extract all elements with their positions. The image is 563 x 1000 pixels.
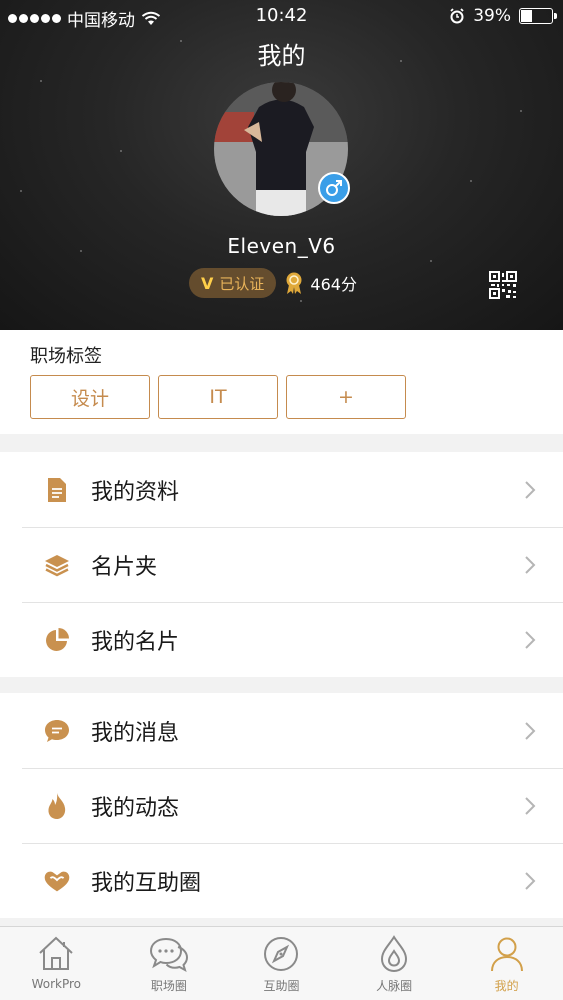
battery-percent: 39% bbox=[473, 6, 511, 26]
menu-label: 我的资料 bbox=[91, 479, 180, 505]
document-icon bbox=[42, 475, 72, 505]
tab-label: 互助圈 bbox=[263, 979, 300, 993]
avatar[interactable] bbox=[214, 82, 350, 216]
tab-me[interactable]: 我的 bbox=[450, 927, 563, 1000]
status-bar: 中国移动 10:42 39% bbox=[0, 0, 563, 34]
menu-label: 我的互助圈 bbox=[91, 870, 202, 896]
menu-label: 我的动态 bbox=[91, 795, 180, 821]
tab-label: 人脉圈 bbox=[376, 979, 413, 993]
medal-icon bbox=[286, 272, 302, 294]
tab-career-circle[interactable]: 职场圈 bbox=[113, 927, 226, 1000]
menu-card-holder[interactable]: 名片夹 bbox=[0, 527, 563, 602]
chevron-right-icon bbox=[525, 556, 536, 574]
add-tag-button[interactable]: + bbox=[286, 375, 406, 419]
chevron-right-icon bbox=[525, 722, 536, 740]
username: Eleven_V6 bbox=[227, 234, 336, 258]
compass-icon bbox=[264, 937, 299, 971]
layers-icon bbox=[42, 550, 72, 580]
tab-help-circle[interactable]: 互助圈 bbox=[225, 927, 338, 1000]
chevron-right-icon bbox=[525, 797, 536, 815]
qr-code-icon[interactable] bbox=[489, 271, 517, 299]
tab-label: WorkPro bbox=[31, 977, 82, 991]
chevron-right-icon bbox=[525, 631, 536, 649]
drop-icon bbox=[381, 935, 408, 973]
menu-my-profile[interactable]: 我的资料 bbox=[0, 452, 563, 527]
chevron-right-icon bbox=[525, 481, 536, 499]
menu-label: 我的消息 bbox=[91, 720, 180, 746]
tab-bar: WorkPro 职场圈 互助圈 人脉圈 我的 bbox=[0, 926, 563, 1000]
chat-bubble-icon bbox=[42, 716, 72, 746]
menu-my-help-circle[interactable]: 我的互助圈 bbox=[0, 843, 563, 918]
pie-icon bbox=[42, 625, 72, 655]
menu-my-card[interactable]: 我的名片 bbox=[0, 602, 563, 677]
profile-header: 中国移动 10:42 39% 我的 Eleven_V6 V 已认证 464分 bbox=[0, 0, 563, 330]
verified-label: 已认证 bbox=[219, 274, 265, 293]
tab-workpro[interactable]: WorkPro bbox=[0, 927, 113, 1000]
career-tags-section: 职场标签 设计 IT + bbox=[0, 330, 563, 434]
points-value: 464分 bbox=[310, 275, 357, 294]
battery-icon bbox=[519, 8, 557, 24]
points-display[interactable]: 464分 bbox=[284, 271, 357, 295]
house-icon bbox=[39, 936, 73, 970]
chat-icon bbox=[149, 937, 188, 973]
menu-label: 名片夹 bbox=[91, 554, 158, 580]
heart-hands-icon bbox=[42, 866, 72, 896]
menu-group-profile: 我的资料 名片夹 我的名片 bbox=[0, 452, 563, 677]
verified-badge: V 已认证 bbox=[189, 268, 277, 298]
male-icon bbox=[318, 172, 350, 204]
chevron-right-icon bbox=[525, 872, 536, 890]
tab-label: 职场圈 bbox=[150, 979, 187, 993]
tag-design[interactable]: 设计 bbox=[30, 375, 150, 419]
menu-my-updates[interactable]: 我的动态 bbox=[0, 768, 563, 843]
menu-group-activity: 我的消息 我的动态 我的互助圈 bbox=[0, 693, 563, 918]
career-tags-title: 职场标签 bbox=[30, 346, 102, 367]
menu-my-messages[interactable]: 我的消息 bbox=[0, 693, 563, 768]
verified-mark: V bbox=[201, 273, 214, 293]
person-icon bbox=[490, 937, 523, 972]
tag-it[interactable]: IT bbox=[158, 375, 278, 419]
menu-label: 我的名片 bbox=[91, 629, 180, 655]
tab-network[interactable]: 人脉圈 bbox=[338, 927, 451, 1000]
flame-icon bbox=[42, 791, 72, 821]
tab-label: 我的 bbox=[494, 979, 519, 993]
page-title: 我的 bbox=[257, 42, 306, 70]
alarm-icon bbox=[450, 8, 464, 24]
